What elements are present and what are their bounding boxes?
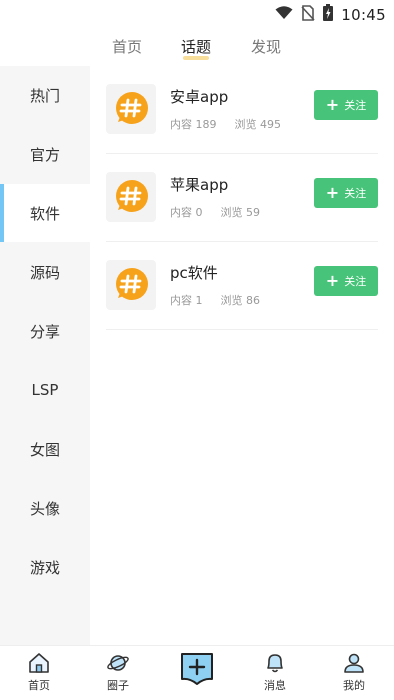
follow-button[interactable]: + 关注 — [314, 178, 378, 208]
follow-button[interactable]: + 关注 — [314, 90, 378, 120]
status-time: 10:45 — [341, 5, 386, 24]
sidebar-item-avatar[interactable]: 头像 — [0, 479, 90, 537]
wifi-icon — [275, 5, 293, 24]
follow-button[interactable]: + 关注 — [314, 266, 378, 296]
plus-icon: + — [325, 271, 340, 290]
topic-stats: 内容 189 浏览 495 — [170, 116, 281, 132]
planet-icon — [107, 655, 129, 671]
topic-stats: 内容 0 浏览 59 — [170, 204, 260, 220]
follow-label: 关注 — [344, 275, 367, 288]
sidebar-item-label: 热门 — [29, 86, 60, 105]
topic-view-count: 浏览 59 — [220, 206, 261, 219]
tab-discover[interactable]: 发现 — [251, 36, 281, 57]
sidebar-item-software[interactable]: 软件 — [0, 184, 90, 242]
top-tabs: 首页 话题 发现 — [0, 32, 394, 64]
sidebar-item-label: 分享 — [29, 322, 60, 341]
topic-content-count: 内容 189 — [170, 118, 217, 131]
topic-view-count: 浏览 495 — [234, 118, 282, 131]
sidebar-item-label: 头像 — [29, 499, 60, 518]
nav-circles[interactable]: 圈子 — [88, 652, 148, 693]
hashtag-bubble-icon — [116, 180, 148, 212]
topic-stats: 内容 1 浏览 86 — [170, 292, 260, 308]
bell-icon — [267, 654, 283, 673]
nav-messages[interactable]: 消息 — [245, 652, 305, 693]
follow-label: 关注 — [344, 187, 367, 200]
status-icons: 10:45 — [275, 4, 386, 25]
sidebar-item-lsp[interactable]: LSP — [0, 361, 90, 419]
tab-home[interactable]: 首页 — [112, 36, 142, 57]
sidebar-item-hot[interactable]: 热门 — [0, 66, 90, 124]
follow-label: 关注 — [344, 99, 367, 112]
add-post-icon — [181, 653, 213, 685]
topic-name: pc软件 — [170, 264, 218, 282]
status-bar: 10:45 — [0, 0, 394, 28]
topic-thumbnail — [106, 84, 156, 134]
battery-charging-icon — [323, 4, 334, 25]
sidebar-item-share[interactable]: 分享 — [0, 302, 90, 360]
hashtag-bubble-icon — [116, 92, 148, 124]
sidebar-item-girls-pics[interactable]: 女图 — [0, 420, 90, 478]
tab-label: 发现 — [251, 38, 282, 56]
topic-thumbnail — [106, 260, 156, 310]
hashtag-bubble-icon — [116, 268, 148, 300]
topic-view-count: 浏览 86 — [220, 294, 261, 307]
nav-home[interactable]: 首页 — [9, 652, 69, 693]
plus-icon: + — [325, 183, 340, 202]
create-post-button[interactable] — [180, 651, 214, 685]
topic-item[interactable]: pc软件 内容 1 浏览 86 + 关注 — [106, 242, 378, 330]
topic-content-count: 内容 0 — [170, 206, 203, 219]
category-sidebar: 热门 官方 软件 源码 分享 LSP 女图 头像 游戏 — [0, 66, 90, 646]
topic-name: 苹果app — [170, 176, 229, 194]
sidebar-item-label: 游戏 — [29, 558, 60, 577]
bottom-nav: 首页 圈子 消息 我的 — [0, 645, 394, 700]
nav-label: 我的 — [343, 679, 365, 692]
plus-icon: + — [325, 95, 340, 114]
topic-item[interactable]: 苹果app 内容 0 浏览 59 + 关注 — [106, 154, 378, 242]
nav-label: 消息 — [264, 679, 286, 692]
nav-label: 圈子 — [107, 679, 129, 692]
nav-label: 首页 — [28, 679, 50, 692]
sidebar-item-source-code[interactable]: 源码 — [0, 243, 90, 301]
topic-content-count: 内容 1 — [170, 294, 203, 307]
topic-name: 安卓app — [170, 88, 229, 106]
sidebar-item-label: 女图 — [29, 440, 60, 459]
sidebar-item-label: LSP — [31, 381, 59, 399]
home-icon — [29, 653, 49, 673]
tab-topics[interactable]: 话题 — [181, 36, 212, 60]
sidebar-active-indicator — [0, 184, 4, 242]
sidebar-item-label: 源码 — [29, 263, 60, 282]
tab-active-underline — [183, 56, 210, 60]
sidebar-item-label: 软件 — [29, 204, 60, 223]
tab-label: 话题 — [181, 38, 212, 56]
user-icon — [344, 653, 364, 673]
nav-profile[interactable]: 我的 — [324, 652, 384, 693]
sidebar-item-games[interactable]: 游戏 — [0, 538, 90, 596]
tab-label: 首页 — [112, 38, 143, 56]
divider — [106, 329, 378, 330]
no-sim-icon — [301, 4, 315, 25]
topic-item[interactable]: 安卓app 内容 189 浏览 495 + 关注 — [106, 66, 378, 154]
sidebar-item-label: 官方 — [29, 145, 60, 164]
sidebar-item-official[interactable]: 官方 — [0, 125, 90, 183]
topic-thumbnail — [106, 172, 156, 222]
